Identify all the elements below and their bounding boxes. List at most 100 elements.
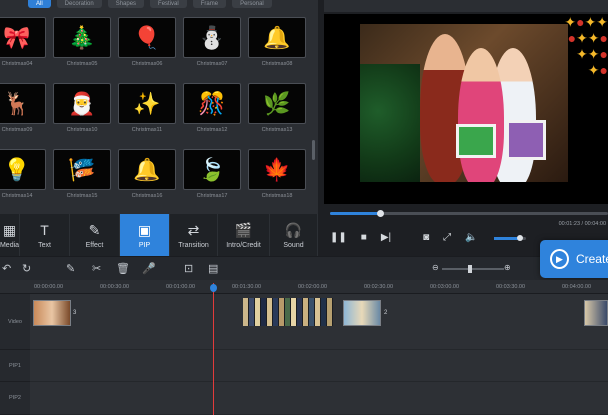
pip-item-label: Christmas13: [261, 127, 293, 133]
zoom-in-icon[interactable]: ⊕: [504, 263, 511, 272]
reindeer-icon: 🦌: [0, 83, 46, 124]
tab-personal[interactable]: Personal: [232, 0, 272, 8]
garland-icon: ✨: [118, 83, 176, 124]
tab-frame[interactable]: Frame: [192, 0, 227, 8]
pip-item-label: Christmas18: [261, 193, 293, 199]
tab-shapes[interactable]: Shapes: [107, 0, 145, 8]
ornament-branch-icon: 🎊: [183, 83, 241, 124]
pip-item[interactable]: ✨ Christmas11: [118, 83, 176, 133]
headphones-icon: 🎧: [284, 221, 303, 238]
track-header-pip2: PIP2: [0, 382, 30, 415]
timeline-ruler[interactable]: 00:00:00.00 00:00:30.00 00:01:00.00 00:01:3…: [0, 280, 608, 294]
tool-label: PIP: [138, 241, 151, 249]
video-clip[interactable]: [343, 300, 381, 326]
volume-icon[interactable]: 🔈: [465, 230, 477, 246]
redo-icon[interactable]: ↻: [22, 262, 31, 276]
ruler-tick-label: 00:03:00.00: [430, 284, 460, 290]
playhead-line[interactable]: [213, 283, 214, 415]
tab-decoration[interactable]: Decoration: [56, 0, 102, 8]
seek-bar[interactable]: [330, 210, 608, 217]
tool-sound[interactable]: 🎧 Sound: [270, 214, 318, 256]
tool-label: Sound: [283, 241, 304, 249]
zoom-handle[interactable]: [468, 265, 472, 273]
pip-item-label: Christmas16: [131, 193, 163, 199]
pip-item[interactable]: 🔔 Christmas08: [248, 17, 306, 67]
edit-icon[interactable]: ✎: [66, 262, 75, 276]
library-panel: All Decoration Shapes Festival Frame Per…: [0, 0, 318, 214]
crop-icon[interactable]: ⊡: [184, 262, 193, 276]
green-leaf-icon: 🍃: [183, 149, 241, 190]
tool-transition[interactable]: ⇄ Transition: [170, 214, 218, 256]
library-scrollbar[interactable]: [312, 140, 315, 160]
pip2-lane[interactable]: [30, 382, 608, 415]
track-header-video: Video: [0, 294, 30, 350]
tool-label: Intro/Credit: [226, 241, 261, 249]
video-clip[interactable]: [584, 300, 608, 326]
pip-item[interactable]: 🍁 Christmas18: [248, 149, 306, 199]
zoom-slider[interactable]: ⊖ ⊕: [432, 263, 512, 273]
zoom-out-icon[interactable]: ⊖: [432, 263, 439, 272]
ruler-tick-label: 00:02:30.00: [364, 284, 394, 290]
zoom-track[interactable]: [442, 268, 504, 270]
create-button[interactable]: ▶ Create: [540, 240, 608, 278]
seek-handle[interactable]: [377, 210, 385, 217]
christmas-tree-icon: 🎄: [53, 17, 111, 58]
pip-item[interactable]: 🎅 Christmas10: [53, 83, 111, 133]
green-gift-box: [456, 124, 496, 158]
tool-label: Text: [38, 241, 51, 249]
tool-effect[interactable]: ✎ Effect: [70, 214, 120, 256]
pip-item-label: Christmas14: [1, 193, 33, 199]
preview-video[interactable]: ✦●✦✦ ●✦✦● ✦✦● ✦●: [324, 14, 608, 204]
next-frame-icon[interactable]: ▶|: [381, 230, 391, 246]
ribbon-bow-icon: 🎀: [0, 17, 46, 58]
playhead-handle[interactable]: [210, 284, 217, 292]
pip-item-label: Christmas11: [131, 127, 163, 133]
person-girl: [458, 48, 504, 182]
ruler-tick-label: 00:04:00.00: [562, 284, 592, 290]
media-icon: ▦: [2, 221, 17, 238]
tool-media[interactable]: ▦ Media: [0, 214, 20, 256]
snapshot-icon[interactable]: ◙: [423, 230, 429, 246]
volume-handle[interactable]: [516, 235, 523, 241]
cut-icon[interactable]: ✂: [92, 262, 101, 276]
clip-filmstrip[interactable]: [243, 298, 333, 326]
pip-item[interactable]: 💡 Christmas14: [0, 149, 46, 199]
pip-item-label: Christmas06: [131, 61, 163, 67]
holly-garland-icon: 🌿: [248, 83, 306, 124]
timeline-toolbar: ↶ ↻ ✎ ✂ 🗑 🎤 ⊡ ▤ ⊖ ⊕: [0, 256, 608, 280]
stop-icon[interactable]: ■: [361, 230, 367, 246]
pause-icon[interactable]: ❚❚: [330, 230, 347, 246]
pip-item[interactable]: 🎏 Christmas15: [53, 149, 111, 199]
tool-text[interactable]: T Text: [20, 214, 70, 256]
settings-icon[interactable]: ▤: [208, 262, 218, 276]
pip-item[interactable]: 🎄 Christmas05: [53, 17, 111, 67]
bunting-icon: 🎏: [53, 149, 111, 190]
text-icon: T: [40, 221, 49, 238]
pip1-lane[interactable]: [30, 350, 608, 382]
undo-icon[interactable]: ↶: [2, 262, 11, 276]
pip-item[interactable]: 🔔 Christmas16: [118, 149, 176, 199]
pip-item[interactable]: ⛄ Christmas07: [183, 17, 241, 67]
tool-intro-credit[interactable]: 🎬 Intro/Credit: [218, 214, 270, 256]
playback-controls: ❚❚ ■ ▶| ◙ ⤢ 🔈: [330, 230, 478, 246]
tool-label: Effect: [85, 241, 104, 249]
pip-item[interactable]: 🌿 Christmas13: [248, 83, 306, 133]
track-label: PIP2: [9, 395, 21, 401]
volume-slider[interactable]: [494, 235, 526, 241]
pip-item[interactable]: 🎀 Christmas04: [0, 17, 46, 67]
pip-item-label: Christmas17: [196, 193, 228, 199]
pip-item[interactable]: 🎈 Christmas06: [118, 17, 176, 67]
delete-icon[interactable]: 🗑: [116, 262, 130, 276]
preview-header: [324, 0, 608, 12]
pip-item[interactable]: 🦌 Christmas09: [0, 83, 46, 133]
tool-label: Transition: [178, 241, 209, 249]
pip-item[interactable]: 🎊 Christmas12: [183, 83, 241, 133]
record-voice-icon[interactable]: 🎤: [142, 262, 156, 276]
video-clip[interactable]: [33, 300, 71, 326]
tab-festival[interactable]: Festival: [150, 0, 187, 8]
tool-pip[interactable]: ▣ PIP: [120, 214, 170, 256]
pip-item-label: Christmas15: [66, 193, 98, 199]
tab-all[interactable]: All: [28, 0, 51, 8]
fullscreen-icon[interactable]: ⤢: [443, 230, 451, 246]
pip-item[interactable]: 🍃 Christmas17: [183, 149, 241, 199]
